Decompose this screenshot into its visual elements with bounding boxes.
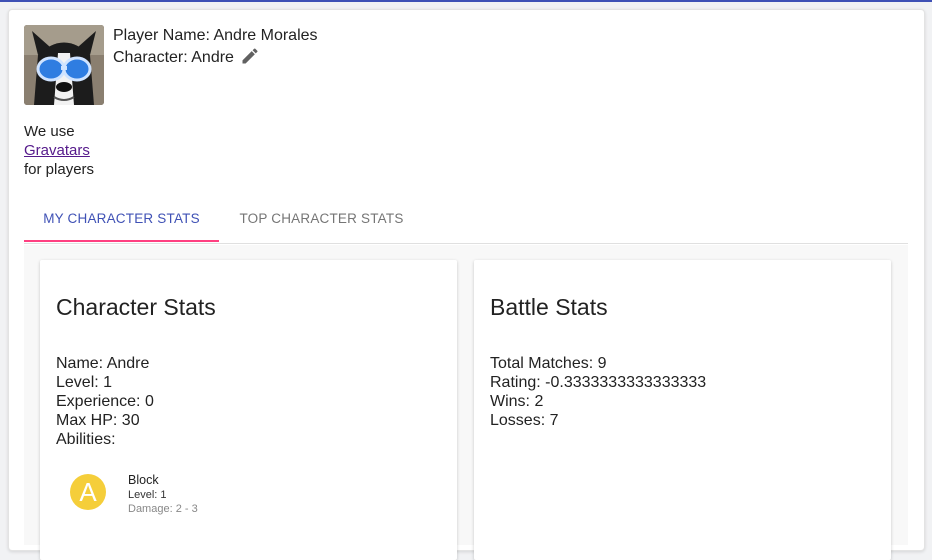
stat-experience: Experience: 0 bbox=[56, 393, 154, 410]
battle-stats-card: Battle Stats Total Matches: 9 Rating: -0… bbox=[474, 260, 891, 560]
battle-stats-list: Total Matches: 9 Rating: -0.333333333333… bbox=[490, 354, 706, 430]
stats-tabs: MY CHARACTER STATS TOP CHARACTER STATS bbox=[24, 200, 908, 244]
pencil-icon[interactable] bbox=[240, 46, 260, 72]
gravatar-note-suffix: for players bbox=[24, 161, 95, 178]
player-page-card: Player Name: Andre Morales Character: An… bbox=[8, 9, 925, 560]
ability-list-item[interactable]: A Block Level: 1 Damage: 2 - 3 bbox=[70, 473, 270, 534]
ability-level: Level: 1 bbox=[128, 489, 167, 501]
top-accent-bar bbox=[0, 0, 932, 2]
character-row: Character: Andre bbox=[113, 46, 318, 72]
player-avatar bbox=[24, 25, 104, 105]
gravatar-note: We use Gravatars for players bbox=[24, 122, 94, 179]
player-name: Player Name: Andre Morales bbox=[113, 27, 318, 44]
tab-top-character-stats[interactable]: TOP CHARACTER STATS bbox=[229, 200, 414, 240]
character-stats-title: Character Stats bbox=[56, 294, 216, 320]
gravatar-note-prefix: We use bbox=[24, 123, 75, 140]
dog-avatar-icon bbox=[24, 25, 104, 105]
stat-level: Level: 1 bbox=[56, 374, 113, 391]
ability-name: Block bbox=[128, 473, 159, 487]
player-info: Player Name: Andre Morales Character: An… bbox=[113, 26, 318, 72]
stat-wins: Wins: 2 bbox=[490, 393, 544, 410]
gravatars-link[interactable]: Gravatars bbox=[24, 142, 90, 159]
character-stats-list: Name: Andre Level: 1 Experience: 0 Max H… bbox=[56, 354, 154, 449]
stat-losses: Losses: 7 bbox=[490, 412, 559, 429]
ability-damage: Damage: 2 - 3 bbox=[128, 503, 198, 515]
character-stats-card: Character Stats Name: Andre Level: 1 Exp… bbox=[40, 260, 457, 560]
character-name: Character: Andre bbox=[113, 49, 234, 66]
stat-max-hp: Max HP: 30 bbox=[56, 412, 140, 429]
ability-letter-avatar: A bbox=[70, 474, 106, 510]
stat-abilities-label: Abilities: bbox=[56, 431, 116, 448]
tab-my-character-stats[interactable]: MY CHARACTER STATS bbox=[24, 200, 219, 242]
stat-name: Name: Andre bbox=[56, 355, 150, 372]
stat-rating: Rating: -0.3333333333333333 bbox=[490, 374, 707, 391]
battle-stats-title: Battle Stats bbox=[490, 294, 608, 320]
stat-total-matches: Total Matches: 9 bbox=[490, 355, 607, 372]
tab-panel: Character Stats Name: Andre Level: 1 Exp… bbox=[24, 245, 908, 560]
